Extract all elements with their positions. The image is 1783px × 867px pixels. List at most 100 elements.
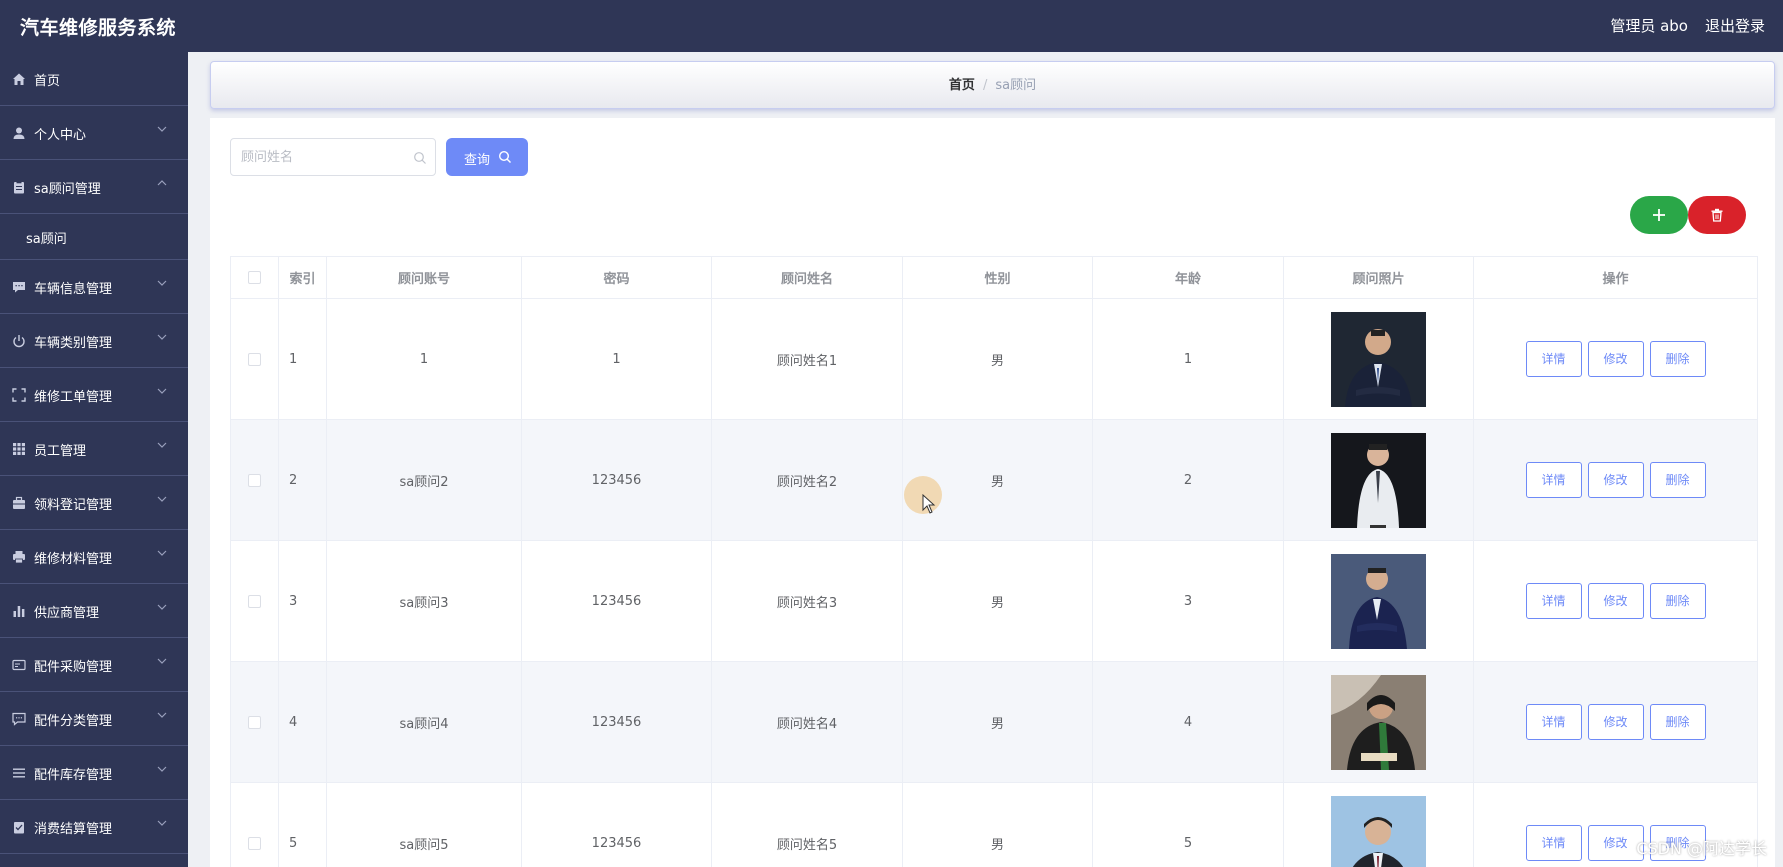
chevron-down-icon (157, 126, 167, 132)
cell-actions: 详情 修改 删除 (1473, 298, 1758, 420)
cell-photo (1283, 782, 1474, 867)
cell-account: sa顾问2 (326, 419, 522, 541)
cell-photo (1283, 661, 1474, 783)
plus-icon (1653, 209, 1665, 221)
detail-button[interactable]: 详情 (1525, 704, 1582, 740)
detail-button[interactable]: 详情 (1525, 462, 1582, 498)
advisor-photo (1331, 553, 1426, 649)
cell-index: 1 (278, 298, 327, 420)
sidebar-item-home[interactable]: 首页 (0, 52, 188, 106)
chevron-down-icon (157, 658, 167, 664)
edit-button[interactable]: 修改 (1587, 583, 1644, 619)
sidebar-item-employee[interactable]: 员工管理 (0, 422, 188, 476)
add-button[interactable] (1630, 196, 1688, 234)
sidebar-item-parts-category[interactable]: 配件分类管理 (0, 692, 188, 746)
chevron-down-icon (157, 280, 167, 286)
cell-account: sa顾问4 (326, 661, 522, 783)
query-button[interactable]: 查询 (446, 138, 528, 176)
advisor-name-search-input[interactable] (241, 147, 401, 167)
app-title: 汽车维修服务系统 (20, 17, 177, 39)
fullscreen-icon (12, 388, 26, 402)
advisor-photo (1331, 795, 1426, 867)
briefcase-icon (13, 496, 25, 509)
chevron-down-icon (157, 604, 167, 610)
detail-button[interactable]: 详情 (1525, 825, 1582, 861)
select-all-checkbox[interactable] (248, 271, 261, 284)
sidebar-item-personal-center[interactable]: 个人中心 (0, 106, 188, 160)
sidebar-item-label: 配件库存管理 (34, 768, 113, 783)
cell-gender: 男 (902, 782, 1093, 867)
row-checkbox[interactable] (248, 473, 261, 487)
top-header: 汽车维修服务系统 管理员 abo 退出登录 (0, 0, 1783, 52)
chevron-down-icon (157, 550, 167, 556)
card-icon (12, 659, 26, 671)
sidebar-item-consumption-settlement[interactable]: 消费结算管理 (0, 800, 188, 854)
advisor-photo (1331, 311, 1426, 407)
chevron-down-icon (157, 496, 167, 502)
sidebar-item-sa-advisor-management[interactable]: sa顾问管理 (0, 160, 188, 214)
cell-age: 5 (1092, 782, 1284, 867)
watermark: CSDN @阿达学长 (1636, 839, 1767, 858)
printer-icon (13, 551, 25, 564)
cell-name: 顾问姓名4 (711, 661, 903, 783)
column-header-gender: 性别 (902, 256, 1093, 299)
sidebar-item-material-requisition[interactable]: 领料登记管理 (0, 476, 188, 530)
detail-button[interactable]: 详情 (1525, 341, 1582, 377)
delete-button[interactable]: 删除 (1649, 704, 1706, 740)
clipboard-icon (14, 180, 24, 194)
breadcrumb: 首页 / sa顾问 (210, 61, 1775, 109)
sidebar-item-label: sa顾问 (26, 232, 67, 247)
trash-icon (1711, 208, 1723, 222)
sidebar-item-supplier[interactable]: 供应商管理 (0, 584, 188, 638)
cell-actions: 详情 修改 删除 (1473, 419, 1758, 541)
admin-username: 管理员 abo (1610, 17, 1688, 35)
cell-password: 123456 (521, 661, 712, 783)
column-header-name: 顾问姓名 (711, 256, 903, 299)
delete-button[interactable]: 删除 (1649, 583, 1706, 619)
sidebar: 首页 个人中心 sa顾问管理 sa顾问 车辆信息管理 车辆类别管理 维修工单管理… (0, 52, 188, 867)
cell-index: 2 (278, 419, 327, 541)
row-checkbox[interactable] (248, 836, 261, 850)
column-header-account: 顾问账号 (326, 256, 522, 299)
logout-link[interactable]: 退出登录 (1705, 15, 1765, 36)
edit-button[interactable]: 修改 (1587, 704, 1644, 740)
chevron-up-icon (157, 180, 167, 186)
sidebar-item-repair-material[interactable]: 维修材料管理 (0, 530, 188, 584)
cell-index: 3 (278, 540, 327, 662)
detail-button[interactable]: 详情 (1525, 583, 1582, 619)
delete-button[interactable]: 删除 (1649, 462, 1706, 498)
delete-button[interactable]: 删除 (1649, 341, 1706, 377)
cell-name: 顾问姓名3 (711, 540, 903, 662)
cell-gender: 男 (902, 661, 1093, 783)
sidebar-subitem-sa-advisor[interactable]: sa顾问 (0, 214, 188, 260)
sidebar-item-label: 配件分类管理 (34, 714, 113, 729)
table-row: 1 1 1 顾问姓名1 男 1 详情 修改 删除 (230, 298, 1758, 420)
cell-password: 123456 (521, 782, 712, 867)
cell-photo (1283, 298, 1474, 420)
chevron-down-icon (157, 712, 167, 718)
power-icon (13, 335, 25, 348)
breadcrumb-separator: / (982, 78, 988, 93)
row-checkbox[interactable] (248, 352, 261, 366)
search-field[interactable] (230, 138, 436, 176)
select-all-cell[interactable] (230, 256, 279, 299)
row-checkbox[interactable] (248, 715, 261, 729)
sidebar-item-parts-purchase[interactable]: 配件采购管理 (0, 638, 188, 692)
batch-delete-button[interactable] (1688, 196, 1746, 234)
column-header-password: 密码 (521, 256, 712, 299)
sidebar-item-repair-order[interactable]: 维修工单管理 (0, 368, 188, 422)
sidebar-item-label: 配件采购管理 (34, 660, 113, 675)
sidebar-item-label: 车辆类别管理 (34, 336, 113, 351)
sidebar-item-vehicle-category[interactable]: 车辆类别管理 (0, 314, 188, 368)
sidebar-item-vehicle-info[interactable]: 车辆信息管理 (0, 260, 188, 314)
row-checkbox[interactable] (248, 594, 261, 608)
cell-password: 1 (521, 298, 712, 420)
edit-button[interactable]: 修改 (1587, 462, 1644, 498)
advisor-photo (1331, 432, 1426, 528)
bar-chart-icon (13, 606, 25, 617)
sidebar-item-parts-inventory[interactable]: 配件库存管理 (0, 746, 188, 800)
breadcrumb-home[interactable]: 首页 (949, 78, 975, 93)
chevron-down-icon (157, 820, 167, 826)
grid-icon (13, 443, 25, 455)
edit-button[interactable]: 修改 (1587, 341, 1644, 377)
